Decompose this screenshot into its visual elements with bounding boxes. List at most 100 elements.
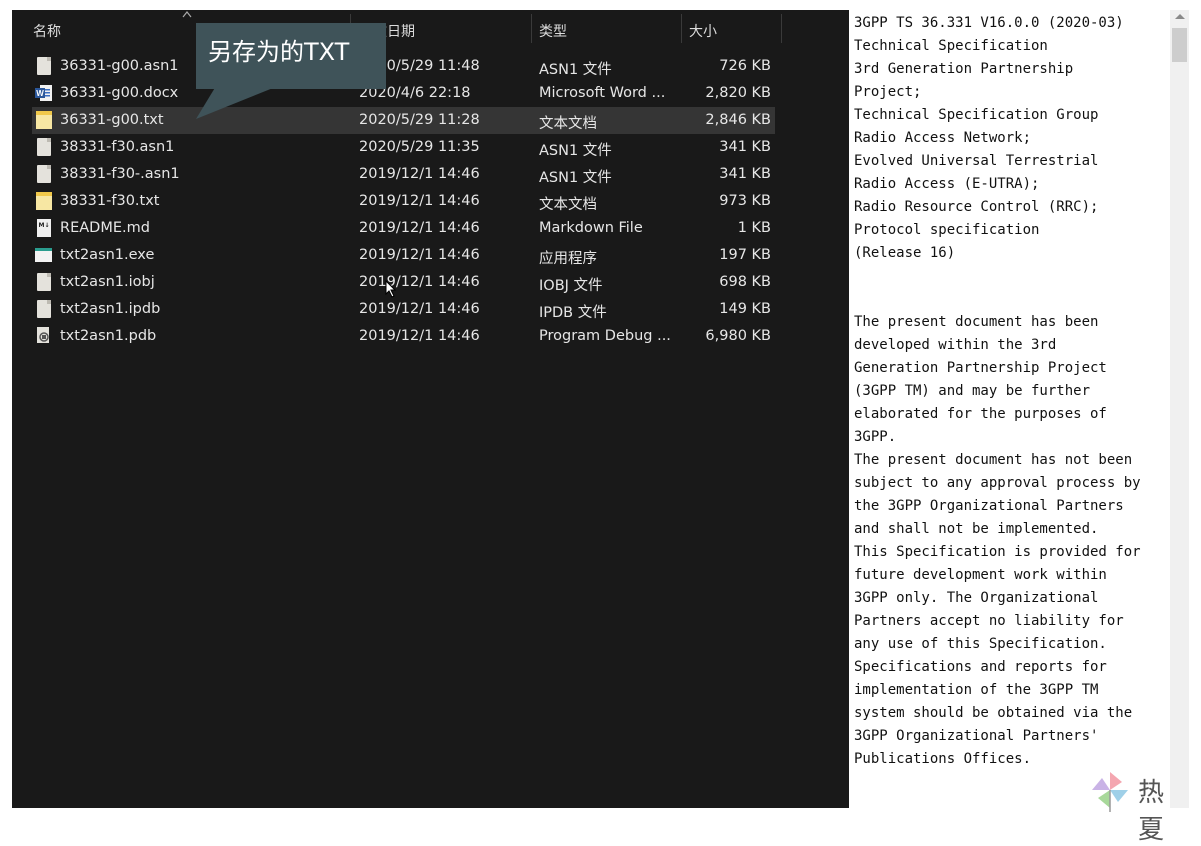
watermark-text: 热夏 [1138,778,1171,845]
text-file-icon [35,111,53,131]
column-type-header[interactable]: 类型 [539,21,567,41]
pinwheel-icon [1092,772,1128,812]
file-row[interactable]: txt2asn1.ipdb 2019/12/1 14:46 IPDB 文件 149 K… [32,296,775,323]
preview-text-line: Radio Access Network; [854,130,1032,146]
file-size: 2,820 KB [705,85,771,101]
callout-text: 另存为的TXT [208,38,350,66]
preview-text-line: 3GPP Organizational Partners' [854,728,1099,744]
file-date: 2020/5/29 11:28 [359,112,480,128]
file-size: 341 KB [719,139,771,155]
annotation-callout: 另存为的TXT [196,23,386,89]
exe-file-icon [35,246,53,266]
column-name-header[interactable]: 名称 [33,21,61,41]
preview-text-line: (Release 16) [854,245,956,261]
file-date: 2020/5/29 11:35 [359,139,480,155]
preview-pane[interactable]: 3GPP TS 36.331 V16.0.0 (2020-03) Technica… [849,10,1170,808]
iobj-file-icon [35,273,53,293]
preview-text-line: Partners accept no liability for [854,613,1124,629]
preview-text-line: Radio Resource Control (RRC); [854,199,1099,215]
file-date: 2019/12/1 14:46 [359,193,480,209]
preview-scrollbar[interactable] [1170,10,1189,808]
column-header-bar: 名称 修改日期 类型 大小 [12,10,849,46]
callout-pointer [196,86,278,119]
file-type: Microsoft Word ... [539,85,666,101]
scroll-up-icon[interactable] [1175,14,1185,19]
column-divider[interactable] [781,14,782,43]
file-explorer-pane: 名称 修改日期 类型 大小 36331-g00.asn1 2020/5/29 11… [12,10,849,808]
column-size-header[interactable]: 大小 [689,21,717,41]
word-document-icon: W [35,84,53,104]
svg-text:W: W [36,89,44,98]
file-size: 197 KB [719,247,771,263]
file-name: 36331-g00.asn1 [60,58,179,74]
preview-text-line: (3GPP TM) and may be further [854,383,1091,399]
file-row[interactable]: 36331-g00.txt 2020/5/29 11:28 文本文档 2,846 KB [32,107,775,134]
preview-text-line: any use of this Specification. [854,636,1107,652]
file-row[interactable]: 38331-f30.asn1 2020/5/29 11:35 ASN1 文件 341 … [32,134,775,161]
file-size: 1 KB [737,220,771,236]
preview-text-line: implementation of the 3GPP TM [854,682,1099,698]
preview-text-line: Technical Specification Group [854,107,1099,123]
file-type: ASN1 文件 [539,170,612,186]
file-name: txt2asn1.iobj [60,274,155,290]
file-row[interactable]: 36331-g00.asn1 2020/5/29 11:48 ASN1 文件 726 … [32,53,775,80]
ipdb-file-icon [35,300,53,320]
file-row[interactable]: txt2asn1.exe 2019/12/1 14:46 应用程序 197 KB [32,242,775,269]
file-row[interactable]: 38331-f30.txt 2019/12/1 14:46 文本文档 973 KB [32,188,775,215]
asn1-file-icon [35,57,53,77]
file-date: 2019/12/1 14:46 [359,301,480,317]
file-type: Program Debug ... [539,328,671,344]
preview-text-line: and shall not be implemented. [854,521,1099,537]
asn1-file-icon [35,165,53,185]
watermark-logo: 热夏 [1088,768,1198,845]
preview-text-line: elaborated for the purposes of [854,406,1107,422]
preview-text-line: developed within the 3rd [854,337,1057,353]
file-name: 38331-f30.txt [60,193,160,209]
file-size: 341 KB [719,166,771,182]
asn1-file-icon [35,138,53,158]
file-name: 38331-f30-.asn1 [60,166,180,182]
file-size: 149 KB [719,301,771,317]
file-row[interactable]: M↓ README.md 2019/12/1 14:46 Markdown File 1… [32,215,775,242]
file-row[interactable]: txt2asn1.pdb 2019/12/1 14:46 Program Debug… [32,323,775,350]
file-name: 38331-f30.asn1 [60,139,175,155]
preview-text-line: future development work within [854,567,1107,583]
markdown-file-icon: M↓ [35,219,53,239]
preview-text-line: the 3GPP Organizational Partners [854,498,1124,514]
file-name: txt2asn1.pdb [60,328,157,344]
preview-text-line: Evolved Universal Terrestrial [854,153,1099,169]
file-date: 2019/12/1 14:46 [359,274,480,290]
file-size: 698 KB [719,274,771,290]
file-size: 973 KB [719,193,771,209]
scroll-thumb[interactable] [1172,28,1187,62]
file-row[interactable]: 38331-f30-.asn1 2019/12/1 14:46 ASN1 文件 341… [32,161,775,188]
preview-text-line: 3GPP. [854,429,897,445]
file-type: ASN1 文件 [539,62,612,78]
column-divider[interactable] [531,14,532,43]
file-name: txt2asn1.ipdb [60,301,161,317]
file-size: 2,846 KB [705,112,771,128]
preview-text-line: This Specification is provided for [854,544,1141,560]
file-type: 文本文档 [539,116,597,132]
file-size: 726 KB [719,58,771,74]
file-type: ASN1 文件 [539,143,612,159]
file-date: 2019/12/1 14:46 [359,220,480,236]
preview-text-line: 3GPP TS 36.331 V16.0.0 (2020-03) [854,15,1124,31]
file-date: 2019/12/1 14:46 [359,247,480,263]
preview-text-line: 3rd Generation Partnership [854,61,1074,77]
file-row[interactable]: txt2asn1.iobj 2019/12/1 14:46 IOBJ 文件 698 K… [32,269,775,296]
column-divider[interactable] [681,14,682,43]
file-date: 2019/12/1 14:46 [359,328,480,344]
preview-text-line: Publications Offices. [854,751,1032,767]
preview-text-line: Generation Partnership Project [854,360,1107,376]
preview-text-line: Specifications and reports for [854,659,1107,675]
file-type: IPDB 文件 [539,305,607,321]
preview-text-line: 3GPP only. The Organizational [854,590,1099,606]
preview-text-line: The present document has not been [854,452,1133,468]
file-row[interactable]: W 36331-g00.docx 2020/4/6 22:18 Microsoft W… [32,80,775,107]
file-name: txt2asn1.exe [60,247,155,263]
file-date: 2019/12/1 14:46 [359,166,480,182]
file-type: Markdown File [539,220,643,236]
preview-text-line: The present document has been [854,314,1099,330]
preview-text-line: Project; [854,84,922,100]
